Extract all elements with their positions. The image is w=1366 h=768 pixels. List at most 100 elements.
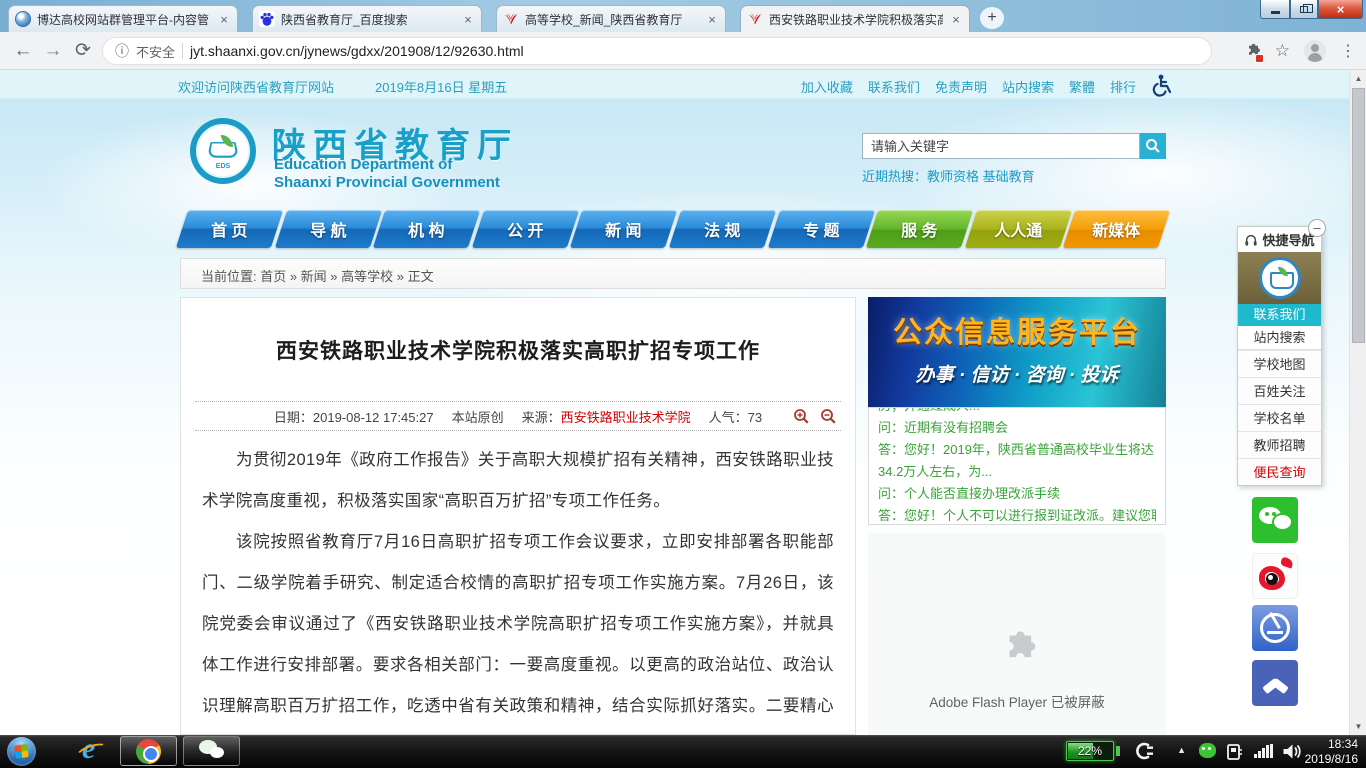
power-plug-icon[interactable]: [1132, 742, 1154, 765]
site-date: 2019年8月16日 星期五: [375, 77, 507, 96]
site-logo-inner: EDS: [196, 124, 250, 178]
new-tab-button[interactable]: +: [980, 7, 1004, 29]
quicknav-logo-tile[interactable]: [1238, 252, 1321, 304]
tab-close-icon[interactable]: ×: [705, 12, 719, 27]
article-paragraph-2: 该院按照省教育厅7月16日高职扩招专项工作会议要求，立即安排部署各职能部门、二级…: [202, 522, 834, 768]
link-add-favorite[interactable]: 加入收藏: [801, 77, 853, 96]
quicknav-item-teacher-recruit[interactable]: 教师招聘: [1238, 431, 1321, 458]
window-minimize-button[interactable]: [1260, 0, 1290, 19]
wechat-icon[interactable]: [1252, 497, 1298, 543]
public-service-banner[interactable]: 公众信息服务平台 办事 · 信访 · 咨询 · 投诉: [868, 297, 1166, 407]
window-close-button[interactable]: ×: [1318, 0, 1363, 19]
taskbar-clock[interactable]: 18:34 2019/8/16: [1305, 737, 1358, 766]
qa-line[interactable]: 34.2万人左右，为...: [878, 461, 1156, 483]
zoom-in-icon[interactable]: [793, 408, 810, 425]
start-button[interactable]: [7, 737, 36, 766]
baidu-icon: [259, 11, 275, 27]
article-source-link[interactable]: 西安铁路职业技术学院: [561, 410, 691, 425]
reload-icon[interactable]: ⟳: [68, 39, 98, 62]
nav-guide[interactable]: 导 航: [274, 210, 381, 248]
profile-avatar[interactable]: [1304, 40, 1326, 62]
forward-icon[interactable]: →: [38, 40, 68, 62]
nav-topics[interactable]: 专 题: [767, 210, 874, 248]
quicknav-sitesearch-button[interactable]: 站内搜索: [1238, 326, 1321, 350]
shaanxi-edu-icon: [747, 11, 763, 27]
browser-tab-3[interactable]: 高等学校_新闻_陕西省教育厅 ×: [496, 5, 726, 32]
search-input[interactable]: [862, 133, 1140, 159]
quicknav-item-school-map[interactable]: 学校地图: [1238, 350, 1321, 377]
hot-search-terms[interactable]: 教师资格 基础教育: [927, 169, 1035, 184]
article-origin: 本站原创: [452, 407, 504, 426]
nav-renrentong[interactable]: 人人通: [965, 210, 1072, 248]
browser-toolbar: ← → ⟳ ⓘ 不安全 jyt.shaanxi.gov.cn/jynews/gd…: [0, 32, 1366, 70]
site-title-en-2: Shaanxi Provincial Government: [274, 174, 500, 191]
hot-search: 近期热搜：教师资格 基础教育: [862, 166, 1035, 185]
speaker-icon[interactable]: [1282, 743, 1302, 765]
scroll-up-icon[interactable]: ▲: [1350, 74, 1366, 83]
breadcrumb[interactable]: 当前位置: 首页 » 新闻 » 高等学校 » 正文: [201, 266, 434, 285]
link-contact-us[interactable]: 联系我们: [868, 77, 920, 96]
article-meta: 日期：2019-08-12 17:45:27 本站原创 来源：西安铁路职业技术学…: [195, 401, 841, 431]
wechat-tray-icon[interactable]: [1199, 743, 1216, 758]
site-logo[interactable]: EDS: [190, 118, 256, 184]
appstore-icon[interactable]: [1252, 605, 1298, 651]
site-utility-bar: 欢迎访问陕西省教育厅网站 2019年8月16日 星期五 加入收藏 联系我们 免责…: [0, 70, 1366, 99]
search-button[interactable]: [1140, 133, 1166, 159]
qa-line[interactable]: 答：您好！2019年，陕西省普通高校毕业生将达: [878, 439, 1156, 461]
link-traditional[interactable]: 繁體: [1069, 77, 1095, 96]
tab-close-icon[interactable]: ×: [217, 12, 231, 27]
browser-tab-2[interactable]: 陕西省教育厅_百度搜索 ×: [252, 5, 482, 32]
nav-organization[interactable]: 机 构: [373, 210, 480, 248]
qa-line[interactable]: 答：您好！个人不可以进行报到证改派。建议您联系: [878, 505, 1156, 525]
accessibility-icon[interactable]: [1150, 73, 1174, 100]
quicknav-item-convenience-query[interactable]: 便民查询: [1238, 458, 1321, 485]
quicknav-collapse-button[interactable]: –: [1308, 219, 1326, 237]
article-date: 日期：2019-08-12 17:45:27: [274, 407, 434, 426]
nav-newmedia[interactable]: 新媒体: [1063, 210, 1170, 248]
breadcrumb-bar: 当前位置: 首页 » 新闻 » 高等学校 » 正文: [180, 258, 1166, 289]
signal-bars-icon[interactable]: [1254, 744, 1274, 758]
nav-disclosure[interactable]: 公 开: [472, 210, 579, 248]
window-restore-button[interactable]: [1290, 0, 1318, 19]
tab-close-icon[interactable]: ×: [949, 12, 963, 27]
flash-blocked-region[interactable]: Adobe Flash Player 已被屏蔽: [868, 533, 1166, 735]
battery-indicator[interactable]: 22%: [1066, 741, 1114, 761]
article-body: 为贯彻2019年《政府工作报告》关于高职大规模扩招有关精神，西安铁路职业技术学院…: [202, 440, 834, 768]
menu-icon[interactable]: ⋮: [1340, 41, 1356, 61]
link-ranking[interactable]: 排行: [1110, 77, 1136, 96]
article-paragraph-1: 为贯彻2019年《政府工作报告》关于高职大规模扩招有关精神，西安铁路职业技术学院…: [202, 440, 834, 522]
scroll-down-icon[interactable]: ▼: [1350, 722, 1366, 731]
tab-close-icon[interactable]: ×: [461, 12, 475, 27]
internet-explorer-icon[interactable]: e: [76, 735, 110, 768]
quicknav-contact-button[interactable]: 联系我们: [1238, 304, 1321, 326]
link-site-search[interactable]: 站内搜索: [1002, 77, 1054, 96]
connection-tray-icon[interactable]: [1226, 742, 1244, 766]
tray-expand-icon[interactable]: ▲: [1177, 745, 1186, 755]
qa-line[interactable]: 历；并通过成人...: [878, 407, 1156, 417]
url-text[interactable]: jyt.shaanxi.gov.cn/jynews/gdxx/201908/12…: [190, 43, 524, 59]
zoom-out-icon[interactable]: [820, 408, 837, 425]
extension-puzzle-icon[interactable]: [1243, 42, 1261, 60]
qa-line[interactable]: 问：个人能否直接办理改派手续: [878, 483, 1156, 505]
back-to-top-button[interactable]: [1252, 660, 1298, 706]
security-label[interactable]: 不安全: [136, 42, 175, 61]
browser-tab-1[interactable]: 博达高校网站群管理平台-内容管 ×: [8, 5, 238, 32]
quicknav-item-public-focus[interactable]: 百姓关注: [1238, 377, 1321, 404]
nav-services[interactable]: 服 务: [866, 210, 973, 248]
nav-home[interactable]: 首 页: [176, 210, 283, 248]
back-icon[interactable]: ←: [8, 40, 38, 62]
scrollbar-thumb[interactable]: [1352, 88, 1365, 343]
info-icon[interactable]: ⓘ: [115, 41, 129, 61]
qa-line[interactable]: 问：近期有没有招聘会: [878, 417, 1156, 439]
bookmark-star-icon[interactable]: ☆: [1275, 41, 1290, 61]
nav-regulations[interactable]: 法 规: [669, 210, 776, 248]
address-bar[interactable]: ⓘ 不安全 jyt.shaanxi.gov.cn/jynews/gdxx/201…: [102, 37, 1212, 65]
wechat-taskbar-button[interactable]: [183, 736, 240, 766]
chrome-taskbar-button[interactable]: [120, 736, 177, 766]
nav-news[interactable]: 新 闻: [570, 210, 677, 248]
weibo-icon[interactable]: [1252, 553, 1298, 599]
browser-tab-4-active[interactable]: 西安铁路职业技术学院积极落实高 ×: [740, 5, 970, 32]
link-disclaimer[interactable]: 免责声明: [935, 77, 987, 96]
quicknav-item-school-list[interactable]: 学校名单: [1238, 404, 1321, 431]
page-scrollbar[interactable]: ▲ ▼: [1349, 70, 1366, 735]
